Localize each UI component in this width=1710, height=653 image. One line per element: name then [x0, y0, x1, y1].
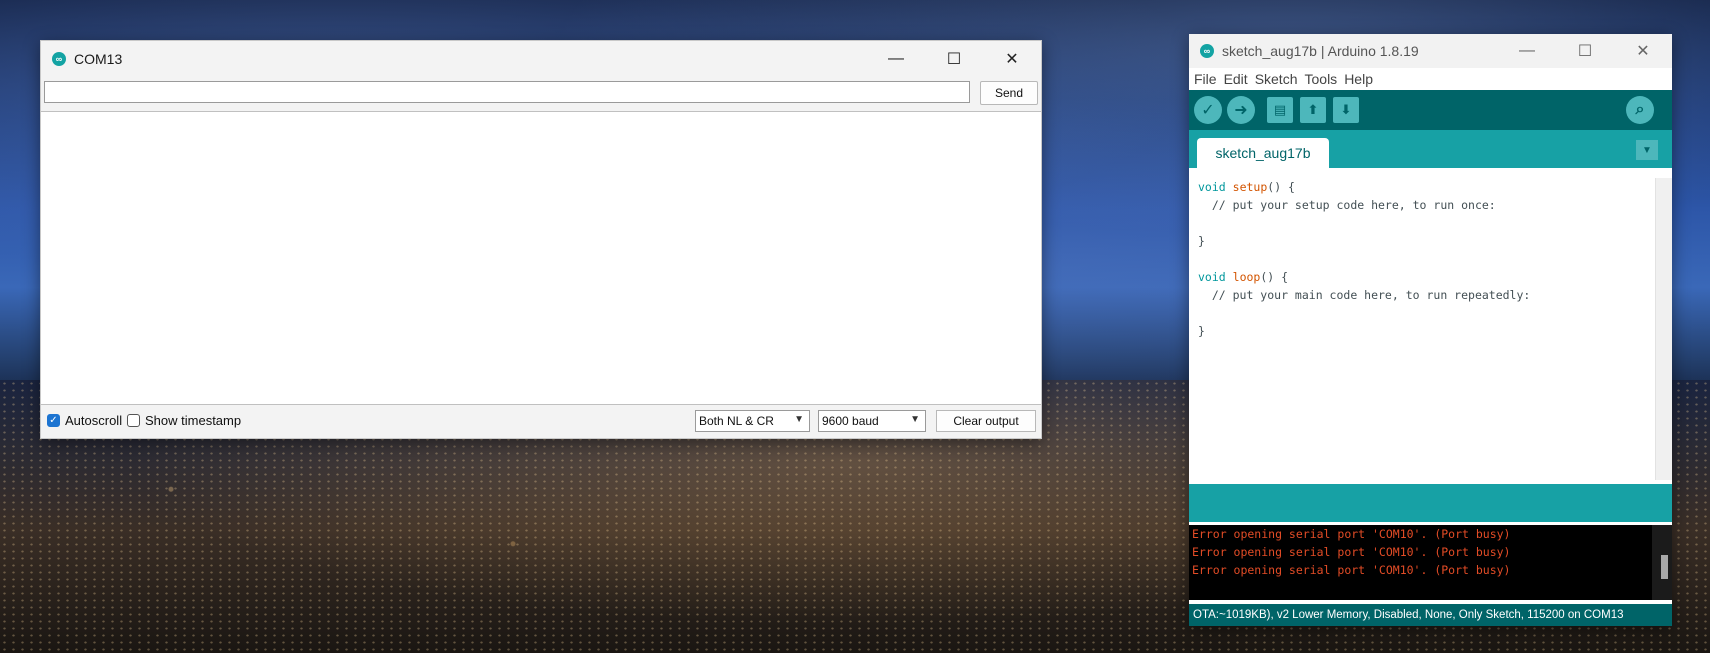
code-keyword: void: [1198, 180, 1226, 194]
new-sketch-icon[interactable]: ▤: [1267, 97, 1293, 123]
line-ending-select[interactable]: Both NL & CR ▼: [695, 410, 810, 432]
close-icon[interactable]: ✕: [983, 41, 1041, 77]
console-scrollbar[interactable]: [1652, 525, 1672, 600]
console-output: Error opening serial port 'COM10'. (Port…: [1189, 525, 1672, 600]
code-keyword: void: [1198, 270, 1226, 284]
console-line: Error opening serial port 'COM10'. (Port…: [1192, 545, 1511, 559]
code-text: }: [1198, 324, 1205, 338]
chevron-down-icon: ▼: [910, 414, 920, 425]
code-function: loop: [1232, 270, 1261, 284]
code-text: () {: [1260, 270, 1289, 284]
menu-help[interactable]: Help: [1344, 71, 1373, 87]
serial-send-input[interactable]: [44, 81, 970, 103]
serial-window-title: COM13: [74, 51, 123, 67]
code-line: void setup() {: [1189, 178, 1672, 196]
editor-scrollbar[interactable]: [1655, 178, 1672, 480]
clear-output-button[interactable]: Clear output: [936, 410, 1036, 432]
console-line: Error opening serial port 'COM10'. (Port…: [1192, 563, 1511, 577]
code-line: // put your setup code here, to run once…: [1189, 196, 1672, 214]
arduino-app-icon: ∞: [52, 52, 66, 66]
console-scroll-thumb[interactable]: [1661, 555, 1668, 579]
baud-rate-select[interactable]: 9600 baud ▼: [818, 410, 926, 432]
code-function: setup: [1232, 180, 1268, 194]
minimize-icon[interactable]: —: [867, 41, 925, 77]
serial-output-area[interactable]: [41, 111, 1041, 405]
code-line: }: [1189, 322, 1672, 340]
menu-sketch[interactable]: Sketch: [1255, 71, 1298, 87]
ide-menubar: File Edit Sketch Tools Help: [1189, 68, 1672, 90]
console-line: Error opening serial port 'COM10'. (Port…: [1192, 527, 1511, 541]
serial-monitor-window: ∞ COM13 — ☐ ✕ Send ✓ Autoscroll Show tim…: [40, 40, 1042, 439]
close-icon[interactable]: ✕: [1614, 34, 1672, 68]
autoscroll-checkbox[interactable]: ✓: [47, 414, 60, 427]
serial-titlebar[interactable]: ∞ COM13 — ☐ ✕: [41, 41, 1041, 77]
ide-tabbar: sketch_aug17b ▼: [1189, 130, 1672, 168]
autoscroll-label: Autoscroll: [65, 413, 123, 428]
code-line: // put your main code here, to run repea…: [1189, 286, 1672, 304]
verify-icon[interactable]: ✓: [1194, 96, 1222, 124]
maximize-icon[interactable]: ☐: [1556, 34, 1614, 68]
tab-sketch[interactable]: sketch_aug17b: [1197, 138, 1329, 168]
code-editor[interactable]: void setup() { // put your setup code he…: [1189, 178, 1672, 480]
serial-monitor-icon[interactable]: ⌕: [1626, 96, 1654, 124]
code-line: void loop() {: [1189, 268, 1672, 286]
ide-window-title: sketch_aug17b | Arduino 1.8.19: [1222, 43, 1419, 59]
editor-console-divider[interactable]: [1189, 484, 1672, 522]
code-text: () {: [1267, 180, 1295, 194]
timestamp-label: Show timestamp: [145, 413, 242, 428]
ide-titlebar[interactable]: ∞ sketch_aug17b | Arduino 1.8.19 — ☐ ✕: [1189, 34, 1672, 68]
send-button[interactable]: Send: [980, 81, 1038, 105]
board-status-bar: OTA:~1019KB), v2 Lower Memory, Disabled,…: [1189, 604, 1672, 626]
timestamp-checkbox[interactable]: [127, 414, 140, 427]
code-text: // put your setup code here, to run once…: [1198, 198, 1496, 212]
minimize-icon[interactable]: —: [1498, 34, 1556, 68]
code-line: }: [1189, 232, 1672, 250]
open-sketch-icon[interactable]: ⬆: [1300, 97, 1326, 123]
arduino-app-icon: ∞: [1200, 44, 1214, 58]
save-sketch-icon[interactable]: ⬇: [1333, 97, 1359, 123]
line-ending-value: Both NL & CR: [699, 414, 774, 428]
code-text: }: [1198, 234, 1205, 248]
menu-tools[interactable]: Tools: [1305, 71, 1338, 87]
tab-menu-chevron-down-icon[interactable]: ▼: [1636, 140, 1658, 160]
code-text: // put your main code here, to run repea…: [1198, 288, 1531, 302]
menu-edit[interactable]: Edit: [1224, 71, 1248, 87]
menu-file[interactable]: File: [1194, 71, 1217, 87]
chevron-down-icon: ▼: [794, 414, 804, 425]
baud-rate-value: 9600 baud: [822, 414, 879, 428]
ide-toolbar: ✓ ➜ ▤ ⬆ ⬇ ⌕: [1189, 90, 1672, 130]
upload-icon[interactable]: ➜: [1227, 96, 1255, 124]
maximize-icon[interactable]: ☐: [925, 41, 983, 77]
arduino-ide-window: ∞ sketch_aug17b | Arduino 1.8.19 — ☐ ✕ F…: [1189, 34, 1672, 626]
